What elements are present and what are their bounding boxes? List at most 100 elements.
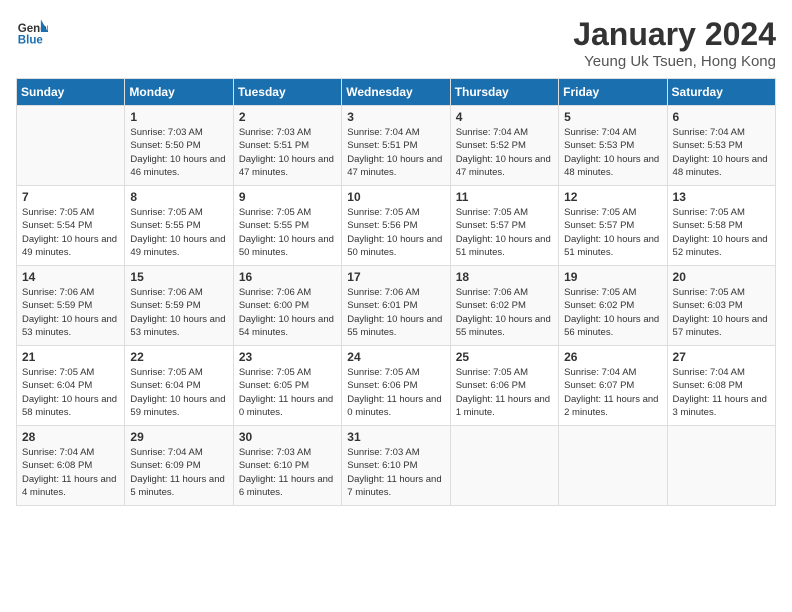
calendar-cell — [17, 106, 125, 186]
day-number: 30 — [239, 430, 336, 444]
cell-info: Sunrise: 7:05 AMSunset: 6:02 PMDaylight:… — [564, 286, 661, 339]
calendar-cell: 29 Sunrise: 7:04 AMSunset: 6:09 PMDayligh… — [125, 426, 233, 506]
calendar-cell: 13Sunrise: 7:05 AMSunset: 5:58 PMDayligh… — [667, 186, 775, 266]
day-number: 1 — [130, 110, 227, 124]
day-number: 18 — [456, 270, 553, 284]
day-number: 17 — [347, 270, 444, 284]
day-number: 3 — [347, 110, 444, 124]
calendar-cell: 21Sunrise: 7:05 AMSunset: 6:04 PMDayligh… — [17, 346, 125, 426]
day-number: 12 — [564, 190, 661, 204]
day-number: 5 — [564, 110, 661, 124]
page-header: General Blue January 2024 Yeung Uk Tsuen… — [16, 16, 776, 70]
cell-info: Sunrise: 7:05 AMSunset: 5:54 PMDaylight:… — [22, 206, 119, 259]
logo-icon: General Blue — [16, 16, 48, 48]
calendar-cell: 10 Sunrise: 7:05 AMSunset: 5:56 PMDayligh… — [342, 186, 450, 266]
day-number: 21 — [22, 350, 119, 364]
day-number: 28 — [22, 430, 119, 444]
calendar-cell: 2 Sunrise: 7:03 AMSunset: 5:51 PMDaylight… — [233, 106, 341, 186]
cell-info: Sunrise: 7:04 AMSunset: 6:09 PMDaylight:… — [130, 446, 227, 499]
column-header-wednesday: Wednesday — [342, 79, 450, 106]
day-number: 7 — [22, 190, 119, 204]
calendar-cell: 18 Sunrise: 7:06 AMSunset: 6:02 PMDayligh… — [450, 266, 558, 346]
cell-info: Sunrise: 7:05 AMSunset: 5:55 PMDaylight:… — [130, 206, 227, 259]
cell-info: Sunrise: 7:05 AMSunset: 5:56 PMDaylight:… — [347, 206, 444, 259]
logo: General Blue — [16, 16, 48, 48]
day-number: 15 — [130, 270, 227, 284]
calendar-header-row: SundayMondayTuesdayWednesdayThursdayFrid… — [17, 79, 776, 106]
calendar-cell: 6 Sunrise: 7:04 AMSunset: 5:53 PMDaylight… — [667, 106, 775, 186]
day-number: 27 — [673, 350, 770, 364]
svg-text:Blue: Blue — [18, 35, 44, 47]
day-number: 31 — [347, 430, 444, 444]
calendar-cell: 15 Sunrise: 7:06 AMSunset: 5:59 PMDayligh… — [125, 266, 233, 346]
day-number: 26 — [564, 350, 661, 364]
day-number: 11 — [456, 190, 553, 204]
cell-info: Sunrise: 7:06 AMSunset: 6:00 PMDaylight:… — [239, 286, 336, 339]
day-number: 25 — [456, 350, 553, 364]
cell-info: Sunrise: 7:03 AMSunset: 6:10 PMDaylight:… — [239, 446, 336, 499]
cell-info: Sunrise: 7:04 AMSunset: 5:53 PMDaylight:… — [673, 126, 770, 179]
calendar-cell: 14 Sunrise: 7:06 AMSunset: 5:59 PMDayligh… — [17, 266, 125, 346]
cell-info: Sunrise: 7:04 AMSunset: 6:07 PMDaylight:… — [564, 366, 661, 419]
day-number: 4 — [456, 110, 553, 124]
cell-info: Sunrise: 7:05 AMSunset: 6:06 PMDaylight:… — [456, 366, 553, 419]
cell-info: Sunrise: 7:06 AMSunset: 6:01 PMDaylight:… — [347, 286, 444, 339]
cell-info: Sunrise: 7:03 AMSunset: 5:51 PMDaylight:… — [239, 126, 336, 179]
day-number: 10 — [347, 190, 444, 204]
column-header-tuesday: Tuesday — [233, 79, 341, 106]
calendar-week-row: 7 Sunrise: 7:05 AMSunset: 5:54 PMDaylight… — [17, 186, 776, 266]
calendar-cell: 5 Sunrise: 7:04 AMSunset: 5:53 PMDaylight… — [559, 106, 667, 186]
calendar-cell: 7 Sunrise: 7:05 AMSunset: 5:54 PMDaylight… — [17, 186, 125, 266]
calendar-cell: 9 Sunrise: 7:05 AMSunset: 5:55 PMDaylight… — [233, 186, 341, 266]
cell-info: Sunrise: 7:06 AMSunset: 5:59 PMDaylight:… — [22, 286, 119, 339]
calendar-cell — [667, 426, 775, 506]
calendar-cell: 8 Sunrise: 7:05 AMSunset: 5:55 PMDaylight… — [125, 186, 233, 266]
day-number: 8 — [130, 190, 227, 204]
calendar-cell: 20Sunrise: 7:05 AMSunset: 6:03 PMDayligh… — [667, 266, 775, 346]
cell-info: Sunrise: 7:04 AMSunset: 5:52 PMDaylight:… — [456, 126, 553, 179]
title-block: January 2024 Yeung Uk Tsuen, Hong Kong — [573, 16, 776, 70]
column-header-thursday: Thursday — [450, 79, 558, 106]
calendar-table: SundayMondayTuesdayWednesdayThursdayFrid… — [16, 78, 776, 506]
day-number: 22 — [130, 350, 227, 364]
cell-info: Sunrise: 7:05 AMSunset: 6:04 PMDaylight:… — [130, 366, 227, 419]
cell-info: Sunrise: 7:03 AMSunset: 6:10 PMDaylight:… — [347, 446, 444, 499]
cell-info: Sunrise: 7:05 AMSunset: 5:55 PMDaylight:… — [239, 206, 336, 259]
column-header-saturday: Saturday — [667, 79, 775, 106]
cell-info: Sunrise: 7:04 AMSunset: 6:08 PMDaylight:… — [22, 446, 119, 499]
calendar-cell: 11 Sunrise: 7:05 AMSunset: 5:57 PMDayligh… — [450, 186, 558, 266]
cell-info: Sunrise: 7:05 AMSunset: 6:05 PMDaylight:… — [239, 366, 336, 419]
column-header-sunday: Sunday — [17, 79, 125, 106]
day-number: 9 — [239, 190, 336, 204]
cell-info: Sunrise: 7:04 AMSunset: 5:53 PMDaylight:… — [564, 126, 661, 179]
calendar-cell: 27Sunrise: 7:04 AMSunset: 6:08 PMDayligh… — [667, 346, 775, 426]
cell-info: Sunrise: 7:05 AMSunset: 5:57 PMDaylight:… — [456, 206, 553, 259]
calendar-cell: 31 Sunrise: 7:03 AMSunset: 6:10 PMDayligh… — [342, 426, 450, 506]
calendar-cell: 1 Sunrise: 7:03 AMSunset: 5:50 PMDaylight… — [125, 106, 233, 186]
day-number: 14 — [22, 270, 119, 284]
cell-info: Sunrise: 7:06 AMSunset: 6:02 PMDaylight:… — [456, 286, 553, 339]
cell-info: Sunrise: 7:05 AMSunset: 5:58 PMDaylight:… — [673, 206, 770, 259]
day-number: 2 — [239, 110, 336, 124]
calendar-cell: 24 Sunrise: 7:05 AMSunset: 6:06 PMDayligh… — [342, 346, 450, 426]
column-header-monday: Monday — [125, 79, 233, 106]
cell-info: Sunrise: 7:05 AMSunset: 6:03 PMDaylight:… — [673, 286, 770, 339]
calendar-week-row: 28 Sunrise: 7:04 AMSunset: 6:08 PMDayligh… — [17, 426, 776, 506]
calendar-cell: 19 Sunrise: 7:05 AMSunset: 6:02 PMDayligh… — [559, 266, 667, 346]
calendar-cell — [450, 426, 558, 506]
cell-info: Sunrise: 7:05 AMSunset: 5:57 PMDaylight:… — [564, 206, 661, 259]
calendar-cell: 26 Sunrise: 7:04 AMSunset: 6:07 PMDayligh… — [559, 346, 667, 426]
day-number: 6 — [673, 110, 770, 124]
location: Yeung Uk Tsuen, Hong Kong — [573, 53, 776, 70]
calendar-cell: 28 Sunrise: 7:04 AMSunset: 6:08 PMDayligh… — [17, 426, 125, 506]
calendar-cell: 22 Sunrise: 7:05 AMSunset: 6:04 PMDayligh… — [125, 346, 233, 426]
day-number: 29 — [130, 430, 227, 444]
day-number: 24 — [347, 350, 444, 364]
cell-info: Sunrise: 7:03 AMSunset: 5:50 PMDaylight:… — [130, 126, 227, 179]
calendar-cell: 23Sunrise: 7:05 AMSunset: 6:05 PMDayligh… — [233, 346, 341, 426]
cell-info: Sunrise: 7:05 AMSunset: 6:06 PMDaylight:… — [347, 366, 444, 419]
calendar-cell — [559, 426, 667, 506]
day-number: 19 — [564, 270, 661, 284]
calendar-week-row: 1 Sunrise: 7:03 AMSunset: 5:50 PMDaylight… — [17, 106, 776, 186]
cell-info: Sunrise: 7:06 AMSunset: 5:59 PMDaylight:… — [130, 286, 227, 339]
